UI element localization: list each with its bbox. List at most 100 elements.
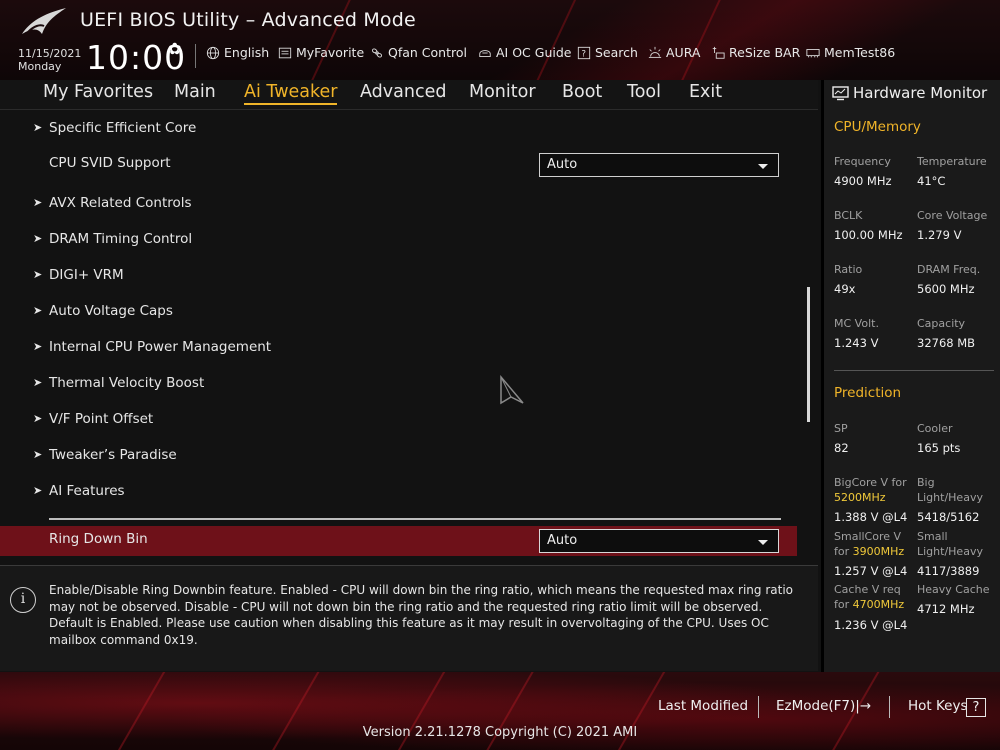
search-icon: ? bbox=[577, 46, 591, 59]
app-title: UEFI BIOS Utility – Advanced Mode bbox=[80, 9, 416, 31]
tab-tool[interactable]: Tool bbox=[627, 82, 661, 102]
core-voltage-value: 1.279 V bbox=[917, 228, 962, 242]
aura-label: AURA bbox=[666, 45, 701, 60]
list-item-avx-related-controls[interactable]: ➤ AVX Related Controls bbox=[0, 190, 818, 220]
hot-keys-button[interactable]: Hot Keys bbox=[908, 698, 968, 714]
list-item-auto-voltage-caps[interactable]: ➤ Auto Voltage Caps bbox=[0, 298, 818, 328]
tab-ai-tweaker[interactable]: Ai Tweaker bbox=[244, 82, 338, 105]
tab-main[interactable]: Main bbox=[174, 82, 216, 102]
ezmode-button[interactable]: EzMode(F7)|→ bbox=[776, 698, 871, 714]
smallcore-for-text: for bbox=[834, 545, 850, 558]
smallcore-value: 1.257 V @L4 bbox=[834, 564, 908, 578]
setting-label: V/F Point Offset bbox=[49, 411, 154, 427]
frequency-value: 4900 MHz bbox=[834, 174, 892, 188]
myfavorite-button[interactable]: MyFavorite bbox=[277, 45, 364, 60]
memtest-button[interactable]: MemTest86 bbox=[805, 45, 895, 60]
date-display: 11/15/2021 Monday bbox=[18, 47, 81, 73]
list-item-cpu-svid-support[interactable]: CPU SVID Support Auto bbox=[0, 150, 818, 180]
memtest-icon bbox=[806, 48, 820, 57]
small-light-heavy-label: Small Light/Heavy bbox=[917, 529, 983, 559]
version-text: Version 2.21.1278 Copyright (C) 2021 AMI bbox=[362, 725, 638, 740]
tab-boot[interactable]: Boot bbox=[562, 82, 602, 102]
date-text: 11/15/2021 bbox=[18, 47, 82, 60]
list-item-tweakers-paradise[interactable]: ➤ Tweaker’s Paradise bbox=[0, 442, 818, 472]
tab-monitor[interactable]: Monitor bbox=[469, 82, 536, 102]
small-label-line1: Small bbox=[917, 530, 948, 543]
hardware-monitor-title: Hardware Monitor bbox=[832, 84, 987, 102]
mouse-cursor-icon bbox=[500, 375, 524, 405]
smallcore-freq: 3900MHz bbox=[852, 545, 905, 558]
setting-label: DIGI+ VRM bbox=[49, 267, 124, 283]
aura-button[interactable]: AURA bbox=[647, 45, 700, 60]
smallcore-for-line: for 3900MHz bbox=[834, 544, 904, 559]
list-item-specific-efficient-core[interactable]: ➤ Specific Efficient Core bbox=[0, 115, 818, 145]
submenu-arrow-icon: ➤ bbox=[33, 412, 43, 425]
toolbar-divider bbox=[195, 44, 196, 68]
big-label-line1: Big bbox=[917, 476, 935, 489]
dropdown-value: Auto bbox=[547, 157, 578, 172]
chevron-down-icon bbox=[758, 540, 768, 545]
bclk-value: 100.00 MHz bbox=[834, 228, 903, 242]
last-modified-button[interactable]: Last Modified bbox=[658, 698, 748, 714]
nav-tabs: My Favorites Main Ai Tweaker Advanced Mo… bbox=[0, 80, 818, 110]
bigcore-freq: 5200MHz bbox=[834, 491, 886, 504]
scrollbar[interactable] bbox=[807, 287, 810, 422]
big-light-heavy-value: 5418/5162 bbox=[917, 510, 980, 524]
tab-exit[interactable]: Exit bbox=[689, 82, 722, 102]
cpu-memory-heading: CPU/Memory bbox=[834, 119, 921, 135]
capacity-label: Capacity bbox=[917, 317, 966, 330]
heavy-cache-label: Heavy Cache bbox=[917, 583, 990, 596]
myfavorite-label: MyFavorite bbox=[296, 45, 365, 60]
submenu-arrow-icon: ➤ bbox=[33, 448, 43, 461]
temperature-value: 41°C bbox=[917, 174, 946, 188]
settings-list: ➤ Specific Efficient Core CPU SVID Suppo… bbox=[0, 111, 818, 563]
dram-freq-label: DRAM Freq. bbox=[917, 263, 981, 276]
list-item-digi-vrm[interactable]: ➤ DIGI+ VRM bbox=[0, 262, 818, 292]
list-item-thermal-velocity-boost[interactable]: ➤ Thermal Velocity Boost bbox=[0, 370, 818, 400]
list-item-vf-point-offset[interactable]: ➤ V/F Point Offset bbox=[0, 406, 818, 436]
mc-volt-value: 1.243 V bbox=[834, 336, 879, 350]
search-label: Search bbox=[595, 45, 638, 60]
ratio-label: Ratio bbox=[834, 263, 863, 276]
capacity-value: 32768 MB bbox=[917, 336, 976, 350]
list-item-ai-features[interactable]: ➤ AI Features bbox=[0, 478, 818, 508]
submenu-arrow-icon: ➤ bbox=[33, 340, 43, 353]
dropdown-value: Auto bbox=[547, 533, 578, 548]
cache-v-label: Cache V req for 4700MHz bbox=[834, 582, 904, 612]
language-button[interactable]: English bbox=[205, 45, 269, 60]
big-label-line2: Light/Heavy bbox=[917, 491, 983, 504]
search-button[interactable]: ? Search bbox=[576, 45, 638, 60]
qfan-label: Qfan Control bbox=[388, 45, 467, 60]
aura-icon bbox=[648, 46, 662, 58]
tab-advanced[interactable]: Advanced bbox=[360, 82, 446, 102]
tab-my-favorites[interactable]: My Favorites bbox=[43, 82, 153, 102]
submenu-arrow-icon: ➤ bbox=[33, 376, 43, 389]
resize-bar-button[interactable]: ReSize BAR bbox=[710, 45, 800, 60]
cpu-svid-dropdown[interactable]: Auto bbox=[539, 153, 779, 177]
list-item-ring-down-bin[interactable]: Ring Down Bin Auto bbox=[0, 526, 797, 556]
submenu-arrow-icon: ➤ bbox=[33, 196, 43, 209]
svg-text:?: ? bbox=[581, 49, 586, 59]
mc-volt-label: MC Volt. bbox=[834, 317, 879, 330]
gear-icon[interactable]: ✿ bbox=[168, 39, 181, 58]
setting-label: Thermal Velocity Boost bbox=[49, 375, 205, 391]
rog-logo-icon bbox=[22, 8, 66, 34]
list-item-dram-timing-control[interactable]: ➤ DRAM Timing Control bbox=[0, 226, 818, 256]
submenu-arrow-icon: ➤ bbox=[33, 484, 43, 497]
smallcore-label-text: SmallCore V bbox=[834, 530, 902, 543]
qfan-control-button[interactable]: Qfan Control bbox=[369, 45, 467, 60]
setting-label: AI Features bbox=[49, 483, 125, 499]
ai-oc-guide-button[interactable]: AI OC Guide bbox=[477, 45, 571, 60]
memtest-label: MemTest86 bbox=[824, 45, 896, 60]
help-panel: i Enable/Disable Ring Downbin feature. E… bbox=[0, 565, 818, 671]
help-key-icon[interactable]: ? bbox=[966, 698, 986, 717]
bigcore-label: BigCore V for 5200MHz bbox=[834, 475, 907, 505]
bclk-label: BCLK bbox=[834, 209, 863, 222]
ring-down-bin-dropdown[interactable]: Auto bbox=[539, 529, 779, 553]
submenu-arrow-icon: ➤ bbox=[33, 121, 43, 134]
submenu-arrow-icon: ➤ bbox=[33, 232, 43, 245]
footer-divider bbox=[889, 696, 890, 718]
list-item-internal-cpu-power-management[interactable]: ➤ Internal CPU Power Management bbox=[0, 334, 818, 364]
setting-label: CPU SVID Support bbox=[49, 155, 171, 171]
hw-divider bbox=[834, 370, 994, 371]
